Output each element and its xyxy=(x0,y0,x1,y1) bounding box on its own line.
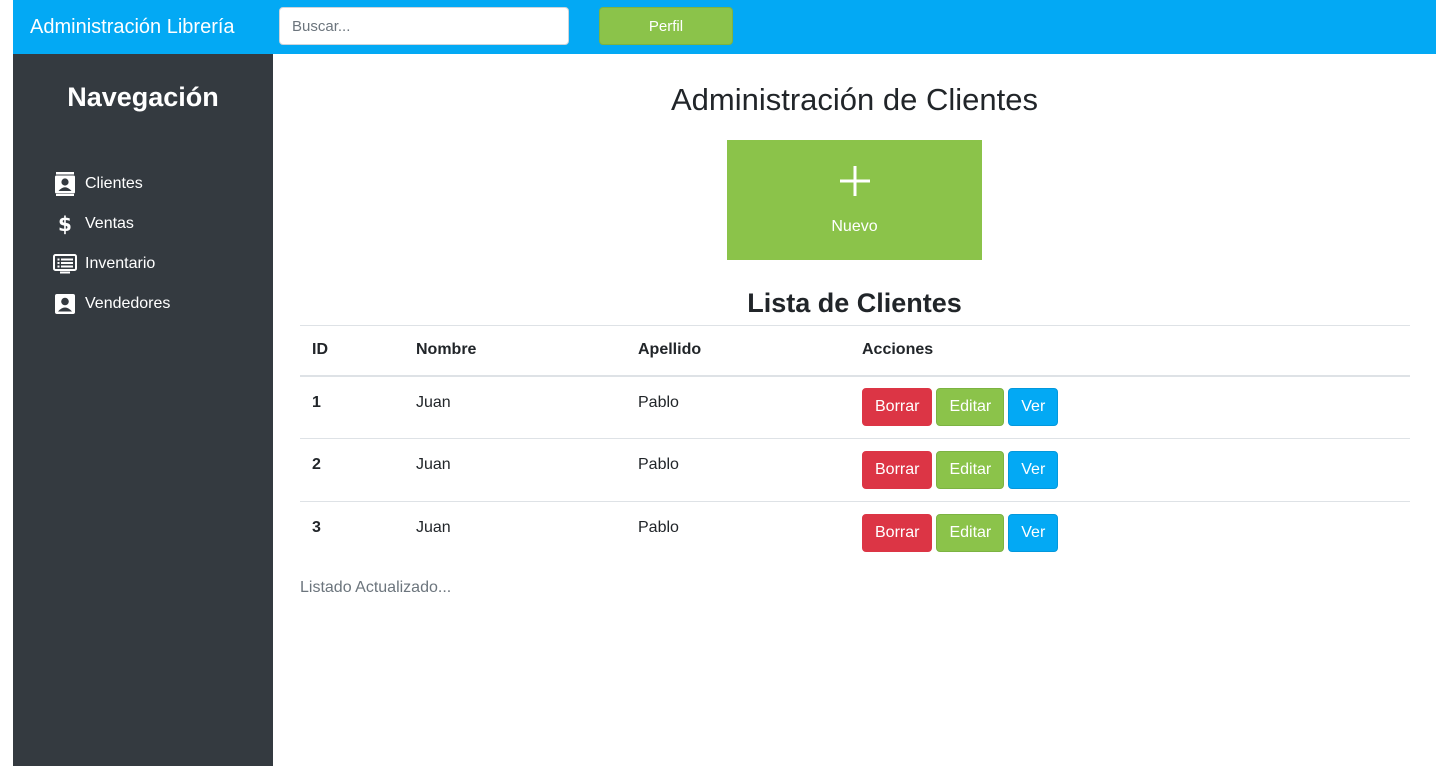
delete-button[interactable]: Borrar xyxy=(862,451,933,489)
plus-icon xyxy=(727,164,982,204)
column-header-nombre: Nombre xyxy=(416,341,477,359)
view-button[interactable]: Ver xyxy=(1008,388,1059,427)
cell-id: 2 xyxy=(312,456,321,473)
delete-button[interactable]: Borrar xyxy=(862,388,933,427)
cell-actions: Borrar Editar Ver xyxy=(850,376,1410,439)
table-row: 1 Juan Pablo Borrar Editar Ver xyxy=(300,376,1410,439)
cell-actions: Borrar Editar Ver xyxy=(850,439,1410,502)
delete-button[interactable]: Borrar xyxy=(862,514,933,553)
cell-id: 1 xyxy=(312,393,321,411)
cell-apellido: Pablo xyxy=(638,456,679,473)
list-title: Lista de Clientes xyxy=(747,288,962,318)
sidebar-nav: Clientes $ Ventas Inventario Vendedores xyxy=(53,164,170,324)
svg-text:$: $ xyxy=(58,212,72,236)
dollar-icon: $ xyxy=(53,212,77,236)
sidebar-item-label: Inventario xyxy=(85,255,156,272)
sidebar-item-ventas[interactable]: $ Ventas xyxy=(53,204,170,244)
view-button[interactable]: Ver xyxy=(1008,514,1059,553)
column-header-acciones: Acciones xyxy=(862,341,934,359)
sidebar-item-vendedores[interactable]: Vendedores xyxy=(53,284,170,324)
table-row: 3 Juan Pablo Borrar Editar Ver xyxy=(300,502,1410,565)
search-input[interactable] xyxy=(279,7,569,45)
top-navbar: Administración Librería Perfil xyxy=(13,0,1436,54)
app-brand[interactable]: Administración Librería xyxy=(30,15,235,39)
sidebar-item-label: Ventas xyxy=(85,215,134,232)
column-header-id: ID xyxy=(312,341,328,359)
cell-apellido: Pablo xyxy=(638,393,679,411)
clients-table: ID Nombre Apellido Acciones 1 Juan Pablo… xyxy=(300,325,1410,565)
user-card-icon xyxy=(53,292,77,316)
edit-button[interactable]: Editar xyxy=(936,514,1005,553)
cell-actions: Borrar Editar Ver xyxy=(850,502,1410,565)
cell-nombre: Juan xyxy=(416,519,451,536)
table-row: 2 Juan Pablo Borrar Editar Ver xyxy=(300,439,1410,502)
profile-button[interactable]: Perfil xyxy=(599,7,733,45)
main-content: Administración de Clientes Nuevo Lista d… xyxy=(273,54,1436,766)
list-icon xyxy=(53,252,77,276)
sidebar-item-clientes[interactable]: Clientes xyxy=(53,164,170,204)
cell-id: 3 xyxy=(312,519,321,536)
view-button[interactable]: Ver xyxy=(1008,451,1059,489)
edit-button[interactable]: Editar xyxy=(936,388,1005,427)
sidebar-item-inventario[interactable]: Inventario xyxy=(53,244,170,284)
contact-card-icon xyxy=(53,172,77,196)
edit-button[interactable]: Editar xyxy=(936,451,1005,489)
sidebar-item-label: Vendedores xyxy=(85,295,171,312)
sidebar-item-label: Clientes xyxy=(85,175,143,192)
new-client-button[interactable]: Nuevo xyxy=(727,140,982,260)
sidebar-title: Navegación xyxy=(67,82,219,112)
sidebar: Navegación Clientes $ Ventas Inventario … xyxy=(13,54,273,766)
page-title: Administración de Clientes xyxy=(670,82,1038,117)
column-header-apellido: Apellido xyxy=(638,341,702,359)
cell-apellido: Pablo xyxy=(638,519,679,536)
table-header-row: ID Nombre Apellido Acciones xyxy=(300,325,1410,376)
cell-nombre: Juan xyxy=(416,393,451,411)
cell-nombre: Juan xyxy=(416,456,451,473)
new-client-label: Nuevo xyxy=(831,218,878,235)
status-text: Listado Actualizado... xyxy=(300,579,452,596)
